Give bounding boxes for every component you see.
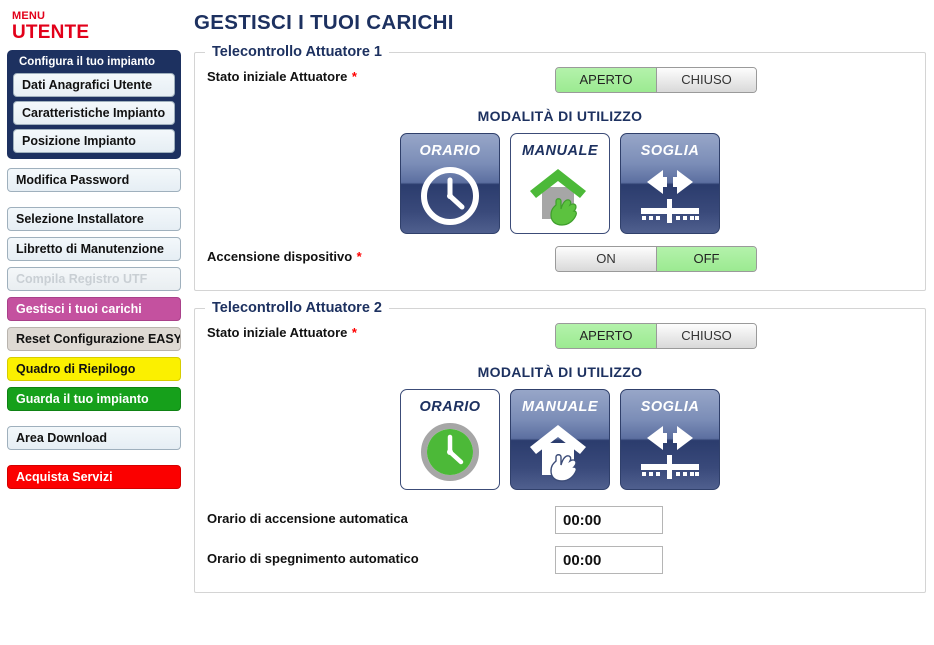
panel-2-on-time-label: Orario di accensione automatica	[207, 511, 408, 526]
panel-1-power-required-marker: *	[356, 249, 362, 264]
threshold-arrows-icon	[621, 159, 719, 233]
panel-2-mode-tile-manuale-label: MANUALE	[522, 399, 598, 415]
menu-label-bottom: UTENTE	[12, 22, 90, 43]
panel-1-legend: Telecontrollo Attuatore 1	[212, 44, 382, 60]
house-hand-icon	[511, 415, 609, 489]
panel-1-state-toggle[interactable]: APERTO CHIUSO	[555, 67, 757, 93]
panel-1-state-row: Stato iniziale Attuatore * APERTO CHIUSO	[207, 67, 913, 98]
panel-1-power-toggle[interactable]: ON OFF	[555, 246, 757, 272]
sidebar: MENU UTENTE Configura il tuo impianto Da…	[0, 0, 190, 645]
threshold-arrows-icon	[621, 415, 719, 489]
app-page: MENU UTENTE Configura il tuo impianto Da…	[0, 0, 934, 645]
panel-attuatore-2: Telecontrollo Attuatore 2 Stato iniziale…	[194, 300, 926, 593]
sidebar-item-reset-configurazione-easy[interactable]: Reset Configurazione EASY	[7, 327, 181, 351]
panel-1-state-option-aperto[interactable]: APERTO	[556, 68, 656, 92]
panel-1-state-label: Stato iniziale Attuatore	[207, 69, 348, 84]
panel-1-mode-tile-orario-label: ORARIO	[419, 143, 481, 159]
panel-2-state-option-aperto[interactable]: APERTO	[556, 324, 656, 348]
panel-1-mode-tile-orario[interactable]: ORARIO	[400, 133, 500, 234]
panel-2-state-option-chiuso[interactable]: CHIUSO	[656, 324, 756, 348]
panel-2-mode-tile-soglia-label: SOGLIA	[640, 399, 700, 415]
sidebar-item-caratteristiche-impianto[interactable]: Caratteristiche Impianto	[13, 101, 175, 125]
panel-1-power-row: Accensione dispositivo * ON OFF	[207, 246, 913, 278]
sidebar-item-posizione-impianto[interactable]: Posizione Impianto	[13, 129, 175, 153]
menu-label-top: MENU	[12, 10, 46, 22]
clock-icon	[401, 415, 499, 489]
house-hand-icon	[511, 159, 609, 233]
panel-2-off-time-label: Orario di spegnimento automatico	[207, 551, 419, 566]
sidebar-item-libretto-di-manutenzione[interactable]: Libretto di Manutenzione	[7, 237, 181, 261]
panel-1-mode-tile-soglia[interactable]: SOGLIA	[620, 133, 720, 234]
panel-2-on-time-row: Orario di accensione automatica	[207, 506, 913, 540]
panel-2-state-row: Stato iniziale Attuatore * APERTO CHIUSO	[207, 323, 913, 354]
sidebar-item-acquista-servizi[interactable]: Acquista Servizi	[7, 465, 181, 489]
panel-attuatore-1: Telecontrollo Attuatore 1 Stato iniziale…	[194, 44, 926, 291]
panel-1-mode-title: MODALITÀ DI UTILIZZO	[477, 108, 643, 124]
panel-2-on-time-input[interactable]	[555, 506, 663, 534]
sidebar-item-quadro-di-riepilogo[interactable]: Quadro di Riepilogo	[7, 357, 181, 381]
panel-1-mode-tile-soglia-label: SOGLIA	[640, 143, 700, 159]
sidebar-item-guarda-il-tuo-impianto[interactable]: Guarda il tuo impianto	[7, 387, 181, 411]
panel-1-mode-tile-manuale[interactable]: MANUALE	[510, 133, 610, 234]
panel-2-state-label: Stato iniziale Attuatore	[207, 325, 348, 340]
menu-header: MENU UTENTE	[0, 0, 190, 43]
panel-2-state-required-marker: *	[351, 325, 357, 340]
page-title: GESTISCI I TUOI CARICHI	[194, 11, 454, 34]
sidebar-item-area-download[interactable]: Area Download	[7, 426, 181, 450]
sidebar-item-gestisci-i-tuoi-carichi[interactable]: Gestisci i tuoi carichi	[7, 297, 181, 321]
panel-1-power-option-on[interactable]: ON	[556, 247, 656, 271]
clock-icon	[401, 159, 499, 233]
sidebar-item-modifica-password[interactable]: Modifica Password	[7, 168, 181, 192]
panel-2-mode-title: MODALITÀ DI UTILIZZO	[477, 364, 643, 380]
panel-2-mode-tile-manuale[interactable]: MANUALE	[510, 389, 610, 490]
sidebar-group-configura: Configura il tuo impianto Dati Anagrafic…	[7, 50, 181, 159]
sidebar-menu-list: Modifica Password Selezione Installatore…	[7, 159, 181, 489]
panel-1-power-option-off[interactable]: OFF	[656, 247, 756, 271]
panel-2-legend: Telecontrollo Attuatore 2	[212, 300, 382, 316]
sidebar-item-dati-anagrafici-utente[interactable]: Dati Anagrafici Utente	[13, 73, 175, 97]
panel-2-mode-tile-orario-label: ORARIO	[419, 399, 481, 415]
main-content: GESTISCI I TUOI CARICHI Telecontrollo At…	[190, 0, 934, 645]
sidebar-item-selezione-installatore[interactable]: Selezione Installatore	[7, 207, 181, 231]
panel-2-mode-tiles: ORARIO MANUALE SOGLIA	[207, 389, 913, 490]
sidebar-item-compila-registro-utf: Compila Registro UTF	[7, 267, 181, 291]
panel-1-power-label: Accensione dispositivo	[207, 249, 353, 264]
panel-1-body: Stato iniziale Attuatore * APERTO CHIUSO…	[195, 60, 925, 290]
panel-2-body: Stato iniziale Attuatore * APERTO CHIUSO…	[195, 316, 925, 592]
panel-2-off-time-input[interactable]	[555, 546, 663, 574]
panel-2-mode-tile-orario[interactable]: ORARIO	[400, 389, 500, 490]
panel-1-state-required-marker: *	[351, 69, 357, 84]
sidebar-group-title: Configura il tuo impianto	[19, 56, 156, 68]
panel-2-state-toggle[interactable]: APERTO CHIUSO	[555, 323, 757, 349]
panel-1-mode-tile-manuale-label: MANUALE	[522, 143, 598, 159]
panel-1-mode-tiles: ORARIO MANUALE SOGLIA	[207, 133, 913, 234]
panel-2-off-time-row: Orario di spegnimento automatico	[207, 546, 913, 580]
panel-1-state-option-chiuso[interactable]: CHIUSO	[656, 68, 756, 92]
panel-2-mode-tile-soglia[interactable]: SOGLIA	[620, 389, 720, 490]
